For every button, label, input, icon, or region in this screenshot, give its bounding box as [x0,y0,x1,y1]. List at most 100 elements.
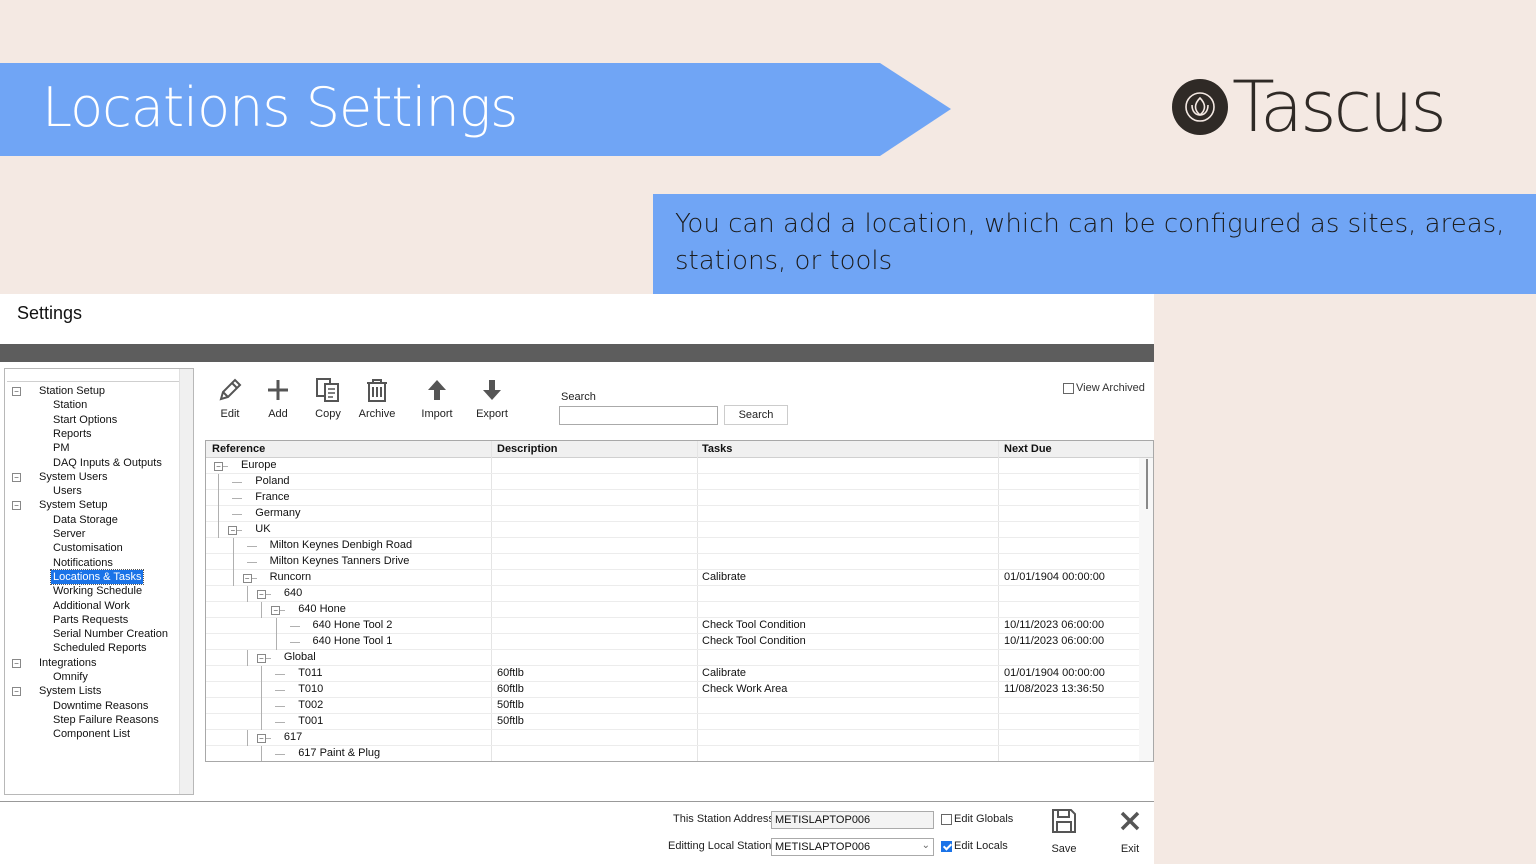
search-button[interactable]: Search [724,405,788,425]
sidebar-item[interactable]: Station [53,398,87,412]
table-row[interactable]: Germany [206,506,1141,522]
editing-local-station-select[interactable]: METISLAPTOP006 ⌄ [771,838,934,856]
sidebar-item[interactable]: PM [53,441,70,455]
sidebar-item[interactable]: DAQ Inputs & Outputs [53,456,162,470]
table-row[interactable]: 640 Hone Tool 2 Check Tool Condition 10/11… [206,618,1141,634]
sidebar-item[interactable]: Server [53,527,85,541]
collapse-toggle-icon[interactable]: − [214,462,223,471]
table-row[interactable]: Milton Keynes Denbigh Road [206,538,1141,554]
collapse-toggle-icon[interactable]: − [12,658,21,668]
collapse-toggle-icon[interactable]: − [228,526,238,535]
table-row[interactable]: − Europe [206,458,1141,474]
table-row[interactable]: − Runcorn Calibrate 01/01/1904 00:00:00 [206,570,1141,586]
sidebar-item[interactable]: Omnify [53,670,88,684]
column-header-reference[interactable]: Reference [212,443,265,455]
tree-connector [289,642,300,643]
sidebar-item[interactable]: Component List [53,727,130,741]
table-row[interactable]: Poland [206,474,1141,490]
sidebar-item[interactable]: Downtime Reasons [53,699,148,713]
archive-button[interactable]: Archive [352,376,402,420]
sidebar-item[interactable]: Notifications [53,556,113,570]
banner-title: Locations Settings [42,76,518,139]
collapse-toggle-icon[interactable]: − [242,574,252,583]
edit-button[interactable]: Edit [205,376,255,420]
tree-connector [275,634,277,650]
column-header-next-due[interactable]: Next Due [1004,443,1052,455]
export-button[interactable]: Export [467,376,517,420]
edit-globals-checkbox[interactable]: Edit Globals [941,813,1013,825]
tasks-cell: Check Work Area [702,683,788,695]
table-row[interactable]: − 640 Hone [206,602,1141,618]
chevron-down-icon[interactable]: ⌄ [922,840,930,851]
sidebar-item[interactable]: Reports [53,427,92,441]
reference-cell: 640 Hone [298,603,346,615]
sidebar-item[interactable]: Parts Requests [53,613,128,627]
sidebar-item[interactable]: Station Setup [39,384,105,398]
sidebar-item[interactable]: Additional Work [53,599,130,613]
sidebar-item[interactable]: Data Storage [53,513,118,527]
table-row[interactable]: T002 50ftlb [206,698,1141,714]
settings-window: Settings − Station Setup Station Start Opti… [0,294,1154,864]
collapse-toggle-icon[interactable]: − [256,734,266,743]
table-row[interactable]: France [206,490,1141,506]
checked-checkbox-icon[interactable] [941,840,952,852]
exit-button[interactable]: Exit [1110,807,1150,855]
collapse-toggle-icon[interactable]: − [12,387,21,396]
add-button[interactable]: Add [253,376,303,420]
table-row[interactable]: − UK [206,522,1141,538]
description-cell: 60ftlb [497,683,524,695]
sidebar-item[interactable]: Integrations [39,656,96,670]
column-header-description[interactable]: Description [497,443,558,455]
tree-connector [275,674,286,675]
settings-nav-tree: − Station Setup Station Start Options Report… [4,368,194,795]
sidebar-item[interactable]: Customisation [53,541,123,555]
collapse-toggle-icon[interactable]: − [12,472,21,482]
header-bar [0,344,1154,362]
table-row[interactable]: − Global [206,650,1141,666]
sidebar-item[interactable]: Locations & Tasks [49,568,145,585]
checkbox-icon[interactable] [1063,382,1074,394]
save-button[interactable]: Save [1044,807,1084,855]
collapse-toggle-icon[interactable]: − [271,606,281,615]
collapse-toggle-icon[interactable]: − [256,654,266,663]
reference-cell: T002 [298,699,324,711]
next-due-cell: 10/11/2023 06:00:00 [1004,619,1105,631]
collapse-toggle-icon[interactable]: − [256,590,266,599]
column-header-tasks[interactable]: Tasks [702,443,732,455]
collapse-toggle-icon[interactable]: − [12,501,21,511]
tree-connector [246,650,248,666]
table-row[interactable]: Milton Keynes Tanners Drive [206,554,1141,570]
sidebar-item[interactable]: Users [53,484,82,498]
sidebar-item[interactable]: Start Options [53,413,117,427]
table-row[interactable]: T001 50ftlb [206,714,1141,730]
reference-cell: 640 Hone Tool 2 [312,619,393,631]
sidebar-scrollbar[interactable] [179,369,193,794]
sidebar-item[interactable]: System Lists [39,684,101,698]
reference-cell: T001 [298,715,324,727]
tree-connector [261,698,263,714]
table-row[interactable]: 640 Hone Tool 1 Check Tool Condition 10/11… [206,634,1141,650]
sidebar-item[interactable]: System Setup [39,498,107,512]
grid-scroll-thumb[interactable] [1146,459,1148,509]
edit-label: Edit [220,408,240,420]
view-archived-checkbox[interactable]: View Archived [1063,382,1145,394]
copy-icon [316,378,339,402]
sidebar-item[interactable]: Working Schedule [53,584,142,598]
import-button[interactable]: Import [412,376,462,420]
sidebar-item[interactable]: Scheduled Reports [53,641,147,655]
table-row[interactable]: T011 60ftlb Calibrate 01/01/1904 00:00:00 [206,666,1141,682]
sidebar-item[interactable]: System Users [39,470,107,484]
search-input[interactable] [559,406,718,425]
station-address-field[interactable]: METISLAPTOP006 [771,811,934,829]
checkbox-icon[interactable] [941,813,952,825]
table-row[interactable]: − 640 [206,586,1141,602]
next-due-cell: 01/01/1904 00:00:00 [1004,571,1105,583]
table-row[interactable]: 617 Paint & Plug [206,746,1141,761]
table-row[interactable]: − 617 [206,730,1141,746]
edit-locals-checkbox[interactable]: Edit Locals [941,840,1008,852]
sidebar-item[interactable]: Step Failure Reasons [53,713,159,727]
table-row[interactable]: T010 60ftlb Check Work Area 11/08/2023 13:3… [206,682,1141,698]
sidebar-item[interactable]: Serial Number Creation [53,627,168,641]
copy-button[interactable]: Copy [303,376,353,420]
collapse-toggle-icon[interactable]: − [12,687,21,697]
